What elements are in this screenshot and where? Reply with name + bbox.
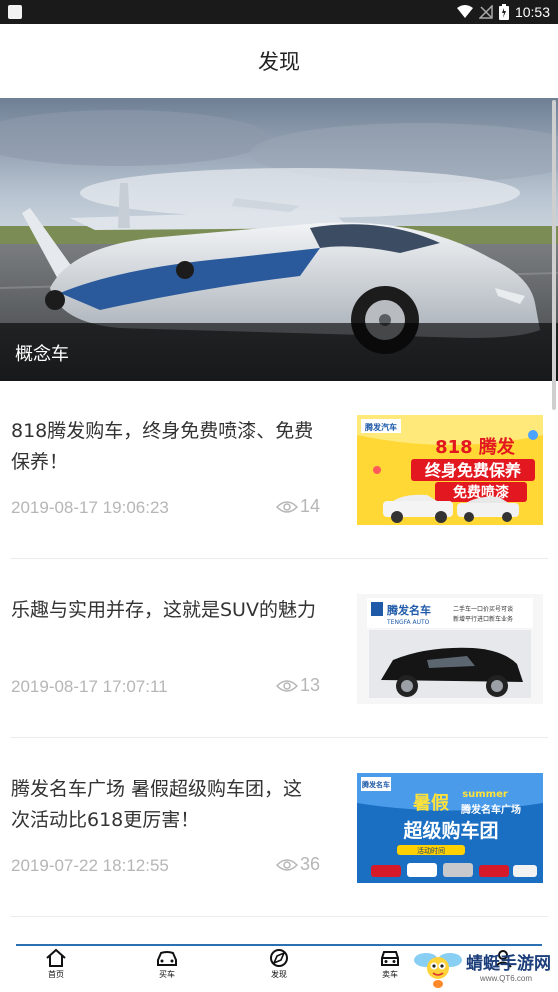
tab-sell-car[interactable]: 卖车 <box>365 948 415 990</box>
article-title: 腾发名车广场 暑假超级购车团，这次活动比618更厉害！ <box>11 778 303 831</box>
battery-icon <box>498 4 509 20</box>
article-title: 乐趣与实用并存，这就是SUV的魅力 <box>11 599 316 621</box>
status-bar: 10:53 <box>0 0 558 24</box>
article-date: 2019-08-17 19:06:23 <box>11 498 169 517</box>
banner-caption-text: 概念车 <box>15 344 69 365</box>
home-icon <box>46 948 66 967</box>
article-item[interactable]: 818腾发购车，终身免费喷漆、免费保养！ 2019-08-17 19:06:23… <box>0 398 558 576</box>
list-divider <box>10 558 548 559</box>
eye-icon <box>276 500 298 513</box>
banner-carousel[interactable]: 概念车 <box>0 98 558 381</box>
svg-text:腾发名车广场: 腾发名车广场 <box>460 803 521 816</box>
svg-text:终身免费保养: 终身免费保养 <box>425 461 522 480</box>
article-views: 36 <box>276 854 320 875</box>
eye-icon <box>276 679 298 692</box>
watermark-text: 蜻蜓手游网 <box>466 954 551 974</box>
article-thumbnail: 腾发名车 TENGFA AUTO 二手车一口价买号可谈 新增平行进口新车业务 <box>357 594 543 704</box>
tab-label: 首页 <box>48 970 64 979</box>
car-icon <box>157 951 177 966</box>
svg-text:二手车一口价买号可谈: 二手车一口价买号可谈 <box>453 605 513 613</box>
compass-icon <box>270 949 288 967</box>
tab-label: 买车 <box>159 970 175 979</box>
svg-text:新增平行进口新车业务: 新增平行进口新车业务 <box>453 615 513 623</box>
status-time: 10:53 <box>514 4 550 20</box>
wifi-icon <box>456 5 473 18</box>
app-header: 发现 <box>0 24 558 99</box>
svg-text:818 腾发: 818 腾发 <box>435 436 516 458</box>
tab-label: 发现 <box>271 970 287 979</box>
no-signal-icon <box>478 5 493 19</box>
tab-home[interactable]: 首页 <box>31 948 81 990</box>
article-item[interactable]: 腾发名车广场 暑假超级购车团，这次活动比618更厉害！ 2019-07-22 1… <box>0 756 558 934</box>
page-title: 发现 <box>258 50 300 74</box>
article-date: 2019-07-22 18:12:55 <box>11 856 169 875</box>
article-date: 2019-08-17 17:07:11 <box>11 677 168 696</box>
svg-text:腾发名车: 腾发名车 <box>387 603 431 617</box>
eye-icon <box>276 858 298 871</box>
article-title: 818腾发购车，终身免费喷漆、免费保养！ <box>11 420 314 473</box>
article-view-count: 14 <box>300 496 321 516</box>
tab-discover[interactable]: 发现 <box>254 948 304 990</box>
tab-buy-car[interactable]: 买车 <box>142 948 192 990</box>
svg-text:summer: summer <box>462 789 508 800</box>
svg-text:活动时间: 活动时间 <box>417 846 445 855</box>
car-front-icon <box>381 951 399 966</box>
article-thumbnail: 腾发汽车 818 腾发 终身免费保养 免费喷漆 <box>357 415 543 525</box>
scrollbar[interactable] <box>552 100 556 410</box>
svg-text:腾发汽车: 腾发汽车 <box>364 422 397 432</box>
list-divider <box>10 737 548 738</box>
article-item[interactable]: 乐趣与实用并存，这就是SUV的魅力 2019-08-17 17:07:11 13… <box>0 577 558 755</box>
article-views: 14 <box>276 496 320 517</box>
svg-text:腾发名车: 腾发名车 <box>361 780 390 789</box>
article-thumbnail: 腾发名车 暑假 summer 腾发名车广场 超级购车团 活动时间 <box>357 773 543 883</box>
list-divider <box>10 916 548 917</box>
notification-app-icon <box>8 5 22 19</box>
watermark-url: www.QT6.com <box>480 974 533 983</box>
article-views: 13 <box>276 675 320 696</box>
tab-label: 卖车 <box>382 970 398 979</box>
watermark-logo: 蜻蜓手游网 www.QT6.com <box>410 945 558 991</box>
svg-text:超级购车团: 超级购车团 <box>402 819 498 842</box>
article-view-count: 13 <box>300 675 321 695</box>
dragonfly-logo-icon <box>414 953 462 988</box>
article-view-count: 36 <box>300 854 321 874</box>
svg-text:暑假: 暑假 <box>413 792 450 814</box>
svg-text:TENGFA AUTO: TENGFA AUTO <box>386 619 430 626</box>
banner-caption: 概念车 <box>0 323 558 381</box>
